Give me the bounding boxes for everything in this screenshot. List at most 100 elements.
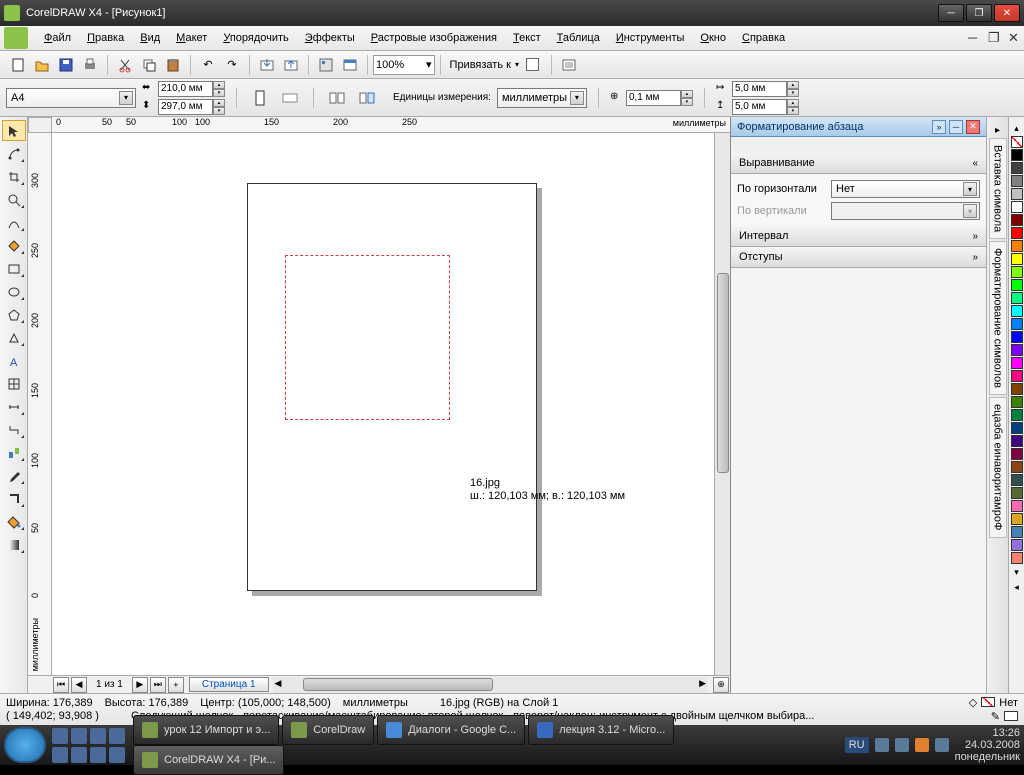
menu-text[interactable]: Текст — [505, 29, 549, 47]
no-color-swatch[interactable] — [1011, 136, 1023, 148]
prev-page-button[interactable]: ◀ — [71, 677, 87, 693]
polygon-tool[interactable] — [2, 304, 26, 325]
color-swatch[interactable] — [1011, 500, 1023, 512]
text-tool[interactable]: A — [2, 350, 26, 371]
page-tab[interactable]: Страница 1 — [189, 677, 269, 692]
outline-indicator[interactable] — [1004, 711, 1018, 721]
open-button[interactable] — [31, 54, 53, 76]
outline-tool[interactable] — [2, 488, 26, 509]
page-height-input[interactable] — [158, 99, 213, 115]
welcome-button[interactable] — [339, 54, 361, 76]
color-swatch[interactable] — [1011, 357, 1023, 369]
para-formatting-tab[interactable]: ецазба еинаворитамроФ — [989, 397, 1007, 537]
ql-icon[interactable] — [90, 747, 106, 763]
spacing-section-header[interactable]: Интервал» — [731, 226, 986, 247]
vertical-scrollbar[interactable] — [714, 133, 730, 675]
menu-view[interactable]: Вид — [132, 29, 168, 47]
color-swatch[interactable] — [1011, 487, 1023, 499]
canvas[interactable]: 16.jpg ш.: 120,103 мм; в.: 120,103 мм — [52, 133, 714, 675]
options-button[interactable] — [558, 54, 580, 76]
volume-icon[interactable] — [935, 738, 949, 752]
shape-tool[interactable] — [2, 143, 26, 164]
interactive-blend-tool[interactable] — [2, 442, 26, 463]
tray-icon[interactable] — [895, 738, 909, 752]
last-page-button[interactable]: ⏭ — [150, 677, 166, 693]
next-page-button[interactable]: ▶ — [132, 677, 148, 693]
minimize-button[interactable]: ─ — [938, 4, 964, 22]
language-indicator[interactable]: RU — [845, 737, 869, 753]
docker-close-button[interactable]: ✕ — [966, 120, 980, 134]
portrait-button[interactable] — [249, 87, 271, 109]
freehand-tool[interactable] — [2, 212, 26, 233]
color-swatch[interactable] — [1011, 318, 1023, 330]
navigator-button[interactable]: ⊕ — [713, 677, 729, 693]
insert-symbol-tab[interactable]: Вставка символа — [989, 138, 1007, 239]
page-width-input[interactable] — [158, 81, 213, 97]
color-swatch[interactable] — [1011, 344, 1023, 356]
menu-tools[interactable]: Инструменты — [608, 29, 693, 47]
mdi-minimize-button[interactable]: ─ — [968, 32, 980, 44]
color-swatch[interactable] — [1011, 409, 1023, 421]
interactive-fill-tool[interactable] — [2, 534, 26, 555]
smart-fill-tool[interactable] — [2, 235, 26, 256]
cut-button[interactable] — [114, 54, 136, 76]
fill-indicator[interactable] — [981, 697, 995, 707]
print-button[interactable] — [79, 54, 101, 76]
mdi-restore-button[interactable]: ❐ — [988, 32, 1000, 44]
menu-arrange[interactable]: Упорядочить — [215, 29, 296, 47]
color-swatch[interactable] — [1011, 474, 1023, 486]
color-swatch[interactable] — [1011, 552, 1023, 564]
table-tool[interactable] — [2, 373, 26, 394]
color-swatch[interactable] — [1011, 370, 1023, 382]
color-swatch[interactable] — [1011, 526, 1023, 538]
color-swatch[interactable] — [1011, 422, 1023, 434]
task-button[interactable]: урок 12 Импорт и э... — [133, 715, 279, 745]
ruler-origin[interactable] — [28, 117, 52, 133]
paste-button[interactable] — [162, 54, 184, 76]
menu-bitmaps[interactable]: Растровые изображения — [363, 29, 505, 47]
color-swatch[interactable] — [1011, 461, 1023, 473]
color-swatch[interactable] — [1011, 240, 1023, 252]
color-swatch[interactable] — [1011, 201, 1023, 213]
docker-collapse-button[interactable]: » — [932, 120, 946, 134]
dup-x-input[interactable] — [732, 81, 787, 97]
color-swatch[interactable] — [1011, 266, 1023, 278]
color-swatch[interactable] — [1011, 435, 1023, 447]
pick-tool[interactable] — [2, 120, 26, 141]
tray-icon[interactable] — [875, 738, 889, 752]
color-swatch[interactable] — [1011, 279, 1023, 291]
first-page-button[interactable]: ⏮ — [53, 677, 69, 693]
docker-tab-arrow[interactable]: ▸ — [995, 125, 1000, 136]
new-button[interactable] — [7, 54, 29, 76]
app-menu-icon[interactable] — [4, 27, 28, 49]
palette-up-button[interactable]: ▴ — [1014, 123, 1019, 134]
connector-tool[interactable] — [2, 419, 26, 440]
color-swatch[interactable] — [1011, 214, 1023, 226]
close-button[interactable]: ✕ — [994, 4, 1020, 22]
undo-button[interactable]: ↶ — [197, 54, 219, 76]
color-swatch[interactable] — [1011, 175, 1023, 187]
zoom-input[interactable] — [376, 59, 426, 71]
clock[interactable]: 13:26 24.03.2008 понедельник — [955, 727, 1020, 763]
horizontal-ruler[interactable]: 0 50 50 100 100 150 200 250 миллиметры — [52, 117, 730, 133]
ql-icon[interactable] — [109, 728, 125, 744]
task-button[interactable]: Диалоги - Google C... — [377, 715, 525, 745]
maximize-button[interactable]: ❐ — [966, 4, 992, 22]
ql-icon[interactable] — [52, 747, 68, 763]
eyedropper-tool[interactable] — [2, 465, 26, 486]
ql-icon[interactable] — [90, 728, 106, 744]
tray-icon[interactable] — [915, 738, 929, 752]
align-section-header[interactable]: Выравнивание« — [731, 153, 986, 174]
menu-table[interactable]: Таблица — [549, 29, 608, 47]
menu-edit[interactable]: Правка — [79, 29, 132, 47]
zoom-tool[interactable] — [2, 189, 26, 210]
crop-tool[interactable] — [2, 166, 26, 187]
all-pages-button[interactable] — [326, 87, 348, 109]
import-placement-rect[interactable] — [285, 255, 450, 420]
color-swatch[interactable] — [1011, 331, 1023, 343]
menu-layout[interactable]: Макет — [168, 29, 215, 47]
dup-y-input[interactable] — [732, 99, 787, 115]
task-button[interactable]: CorelDRAW X4 - [Ри... — [133, 745, 284, 775]
color-swatch[interactable] — [1011, 149, 1023, 161]
dimension-tool[interactable] — [2, 396, 26, 417]
